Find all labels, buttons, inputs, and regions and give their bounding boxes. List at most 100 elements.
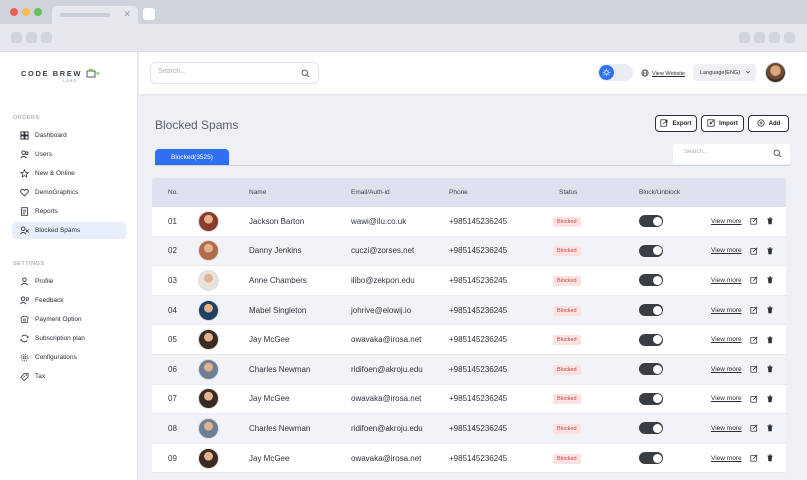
trash-icon[interactable] <box>766 395 774 403</box>
trash-icon[interactable] <box>766 247 774 255</box>
sidebar-item-payment-option[interactable]: Payment Option <box>12 311 126 328</box>
sidebar-item-tax[interactable]: Tax <box>12 368 126 385</box>
user-avatar[interactable] <box>765 62 786 83</box>
search-icon[interactable] <box>773 149 782 160</box>
view-more-link[interactable]: View more <box>711 247 742 254</box>
user-phone: +985145236245 <box>449 216 508 226</box>
view-more-link[interactable]: View more <box>711 366 742 373</box>
trash-icon[interactable] <box>766 454 774 462</box>
row-number: 03 <box>168 275 177 285</box>
avatar-cell <box>198 447 249 469</box>
import-button[interactable]: Import <box>701 115 744 132</box>
view-more-link[interactable]: View more <box>711 218 742 225</box>
block-cell <box>639 422 711 435</box>
forward-button[interactable] <box>26 32 37 43</box>
status-cell: Blocked <box>553 364 639 375</box>
add-button[interactable]: Add <box>748 115 789 132</box>
sidebar-item-label: Profile <box>35 278 54 285</box>
sidebar-item-subscription-plan[interactable]: Subscription plan <box>12 330 126 347</box>
trash-icon[interactable] <box>766 365 774 373</box>
block-toggle[interactable] <box>639 422 663 435</box>
sidebar-item-demographics[interactable]: DemoGraphics <box>12 184 126 201</box>
block-toggle[interactable] <box>639 244 663 257</box>
trash-icon[interactable] <box>766 306 774 314</box>
edit-icon[interactable] <box>750 424 758 433</box>
export-button[interactable]: Export <box>655 115 697 132</box>
row-number: 05 <box>168 335 177 345</box>
heart-icon <box>20 188 29 197</box>
view-more-link[interactable]: View more <box>711 425 742 432</box>
edit-icon[interactable] <box>750 217 758 225</box>
trash-icon[interactable] <box>766 276 774 284</box>
edit-icon[interactable] <box>750 365 758 373</box>
theme-toggle[interactable] <box>598 64 633 81</box>
block-toggle[interactable] <box>639 215 663 228</box>
edit-icon[interactable] <box>750 454 758 462</box>
reload-button[interactable] <box>41 32 52 43</box>
maximize-window-button[interactable] <box>34 8 42 16</box>
view-more-link[interactable]: View more <box>711 307 742 314</box>
extension-button[interactable] <box>754 32 765 43</box>
edit-icon[interactable] <box>750 247 758 255</box>
close-window-button[interactable] <box>10 8 18 16</box>
user-name: Charles Newman <box>249 423 311 433</box>
edit-icon[interactable] <box>750 395 758 403</box>
edit-icon[interactable] <box>750 306 758 314</box>
back-button[interactable] <box>11 32 22 43</box>
search-input[interactable] <box>158 68 288 75</box>
block-toggle[interactable] <box>639 392 663 405</box>
extension-button[interactable] <box>739 32 750 43</box>
avatar-cell <box>198 210 249 232</box>
user-avatar <box>198 210 219 232</box>
user-phone: +985145236245 <box>449 453 508 463</box>
user-name: Danny Jenkins <box>249 246 302 256</box>
status-cell: Blocked <box>553 245 639 257</box>
avatar-cell <box>198 358 249 380</box>
view-more-link[interactable]: View more <box>711 336 742 343</box>
sidebar-item-feedback[interactable]: Feedback <box>12 292 126 309</box>
sidebar-item-new-online[interactable]: New & Online <box>12 165 126 182</box>
sidebar-item-label: Configurations <box>35 354 77 361</box>
view-more-link[interactable]: View more <box>711 455 742 462</box>
menu-button[interactable] <box>784 32 795 43</box>
sidebar-item-blocked-spams[interactable]: Blocked Spams <box>12 222 126 239</box>
sidebar-item-reports[interactable]: Reports <box>12 203 126 220</box>
column-header-name: Name <box>249 189 267 196</box>
page-title: Blocked Spams <box>155 118 239 132</box>
extension-button[interactable] <box>769 32 780 43</box>
sidebar-item-profile[interactable]: Profile <box>12 273 126 290</box>
logo[interactable]: CODE BREW LABS <box>21 68 101 83</box>
table-body: 01 Jackson Barton wawi@ilu.co.uk +985145236… <box>152 207 786 474</box>
block-toggle[interactable] <box>639 333 663 346</box>
user-name: Jay McGee <box>249 453 290 463</box>
sidebar-item-users[interactable]: Users <box>12 146 126 163</box>
user-phone: +985145236245 <box>449 364 508 374</box>
minimize-window-button[interactable] <box>22 8 30 16</box>
block-toggle[interactable] <box>639 274 663 287</box>
block-toggle[interactable] <box>639 363 663 376</box>
block-cell <box>639 333 711 346</box>
tab-title-placeholder <box>60 13 110 17</box>
table-search-input[interactable] <box>684 149 764 155</box>
view-website-link[interactable]: View Website <box>641 69 685 79</box>
new-tab-button[interactable] <box>143 8 155 20</box>
view-more-link[interactable]: View more <box>711 277 742 284</box>
search-icon[interactable] <box>301 69 310 80</box>
block-toggle[interactable] <box>639 304 663 317</box>
sidebar-item-configurations[interactable]: Configurations <box>12 349 126 366</box>
tab-close-icon[interactable]: ✕ <box>123 9 131 20</box>
trash-icon[interactable] <box>766 336 774 344</box>
tab-blocked[interactable]: Blocked(3525) <box>155 149 229 165</box>
user-avatar <box>198 417 219 439</box>
edit-icon[interactable] <box>750 276 758 285</box>
trash-icon[interactable] <box>766 217 774 225</box>
edit-icon[interactable] <box>750 336 758 344</box>
sidebar-item-dashboard[interactable]: Dashboard <box>12 127 126 144</box>
user-avatar <box>198 388 219 410</box>
browser-tab[interactable]: ✕ <box>52 6 138 24</box>
view-more-link[interactable]: View more <box>711 395 742 402</box>
language-select[interactable]: Language(ENG) <box>693 64 756 81</box>
block-toggle[interactable] <box>639 452 663 465</box>
trash-icon[interactable] <box>766 424 774 432</box>
logo-text: CODE BREW <box>21 68 83 78</box>
